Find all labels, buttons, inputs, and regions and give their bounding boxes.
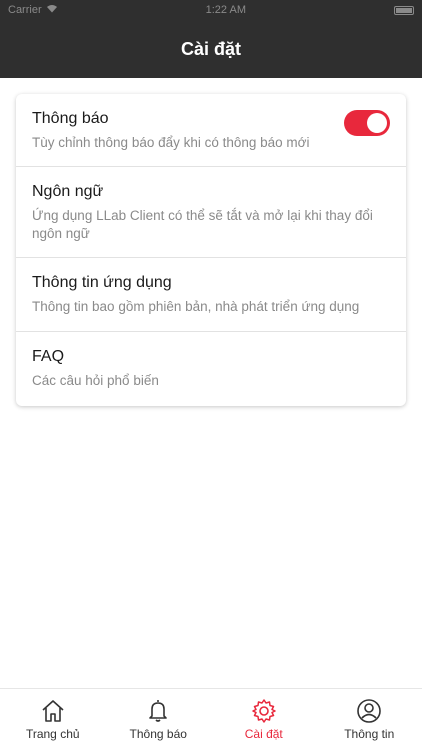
setting-description: Các câu hỏi phổ biến	[32, 373, 159, 388]
setting-description: Tùy chỉnh thông báo đẩy khi có thông báo…	[32, 135, 310, 150]
setting-title: FAQ	[32, 348, 65, 365]
toggle-knob	[367, 113, 387, 133]
user-icon	[357, 699, 382, 723]
tab-label: Thông tin	[344, 727, 395, 741]
setting-item-faq[interactable]: FAQ Các câu hỏi phổ biến	[16, 332, 406, 406]
carrier-label: Carrier	[8, 4, 42, 16]
battery-icon	[393, 5, 414, 15]
status-time: 1:22 AM	[205, 4, 246, 16]
gear-icon	[252, 699, 276, 723]
setting-title: Ngôn ngữ	[32, 183, 104, 200]
setting-item-notifications[interactable]: Thông báo Tùy chỉnh thông báo đẩy khi có…	[16, 94, 406, 167]
setting-title: Thông tin ứng dụng	[32, 274, 172, 291]
home-icon	[42, 700, 64, 722]
bell-icon	[149, 700, 168, 722]
notifications-toggle[interactable]	[344, 110, 390, 136]
status-left: Carrier	[8, 4, 58, 16]
tab-info[interactable]: Thông tin	[317, 689, 422, 750]
bottom-tab-bar: Trang chủ Thông báo Cài đặt Thông tin	[0, 688, 422, 750]
setting-title: Thông báo	[32, 110, 109, 127]
setting-item-language[interactable]: Ngôn ngữ Ứng dụng LLab Client có thể sẽ …	[16, 167, 406, 258]
tab-settings[interactable]: Cài đặt	[211, 689, 317, 750]
settings-card: Thông báo Tùy chỉnh thông báo đẩy khi có…	[16, 94, 406, 406]
tab-label: Thông báo	[129, 727, 187, 741]
status-bar: Carrier 1:22 AM	[0, 0, 422, 20]
tab-home[interactable]: Trang chủ	[0, 689, 106, 750]
page-title: Cài đặt	[180, 38, 241, 59]
setting-description: Ứng dụng LLab Client có thể sẽ tắt và mở…	[32, 208, 373, 241]
app-header: Cài đặt	[0, 20, 422, 78]
tab-notifications[interactable]: Thông báo	[106, 689, 212, 750]
tab-label: Cài đặt	[244, 727, 283, 741]
tab-label: Trang chủ	[25, 727, 80, 741]
wifi-icon	[46, 4, 58, 16]
setting-description: Thông tin bao gồm phiên bản, nhà phát tr…	[32, 299, 360, 314]
setting-item-app-info[interactable]: Thông tin ứng dụng Thông tin bao gồm phi…	[16, 258, 406, 332]
